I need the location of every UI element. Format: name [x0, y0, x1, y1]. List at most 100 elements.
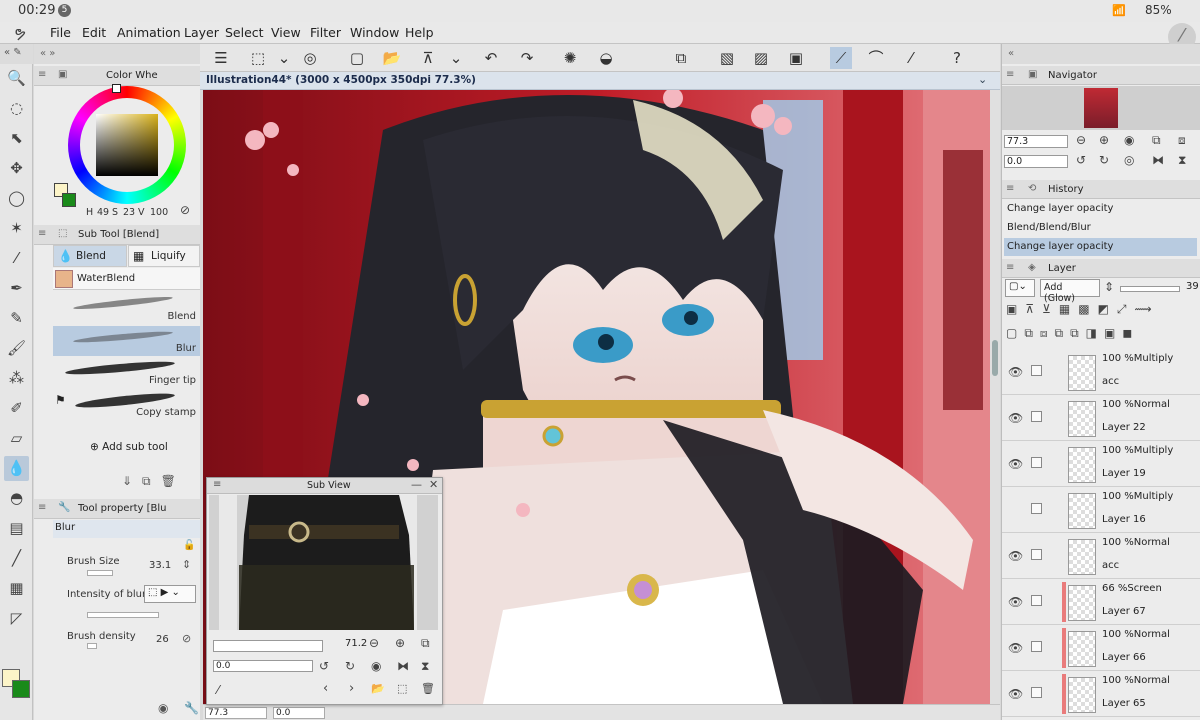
opacity-popup-icon[interactable]: ⇕	[1104, 280, 1114, 294]
previous-icon[interactable]: ‹	[323, 681, 328, 696]
density-slider[interactable]	[87, 643, 97, 649]
layer-checkbox[interactable]	[1031, 503, 1042, 514]
sub-color-chip[interactable]	[62, 193, 76, 207]
pencil-icon[interactable]: ✎	[4, 306, 29, 331]
minimize-icon[interactable]: —	[411, 478, 422, 491]
figure-icon[interactable]: ╱	[4, 546, 29, 571]
chevron-down-icon[interactable]: ⌄	[978, 73, 987, 86]
layer-row[interactable]: 👁 100 %Normal Layer 65	[1002, 671, 1200, 717]
flip-horizontal-icon[interactable]: ⧓	[397, 659, 409, 673]
tab-liquify[interactable]: ▦ Liquify	[128, 245, 200, 267]
sub-view-titlebar[interactable]: ≡ Sub View — ✕	[207, 478, 442, 494]
operation-tool-icon[interactable]: ⬉	[4, 126, 29, 151]
eyedropper-toggle-icon[interactable]: ⁄	[900, 47, 922, 69]
chevron-down-icon[interactable]: ⌄	[445, 47, 467, 69]
brush-finger-tip[interactable]: Finger tip	[53, 358, 200, 388]
brush-blur[interactable]: Blur	[53, 326, 200, 356]
layer-checkbox[interactable]	[1031, 595, 1042, 606]
brush-size-slider[interactable]	[87, 570, 113, 576]
left-panel-collapse[interactable]: « »	[34, 44, 200, 64]
move-tool-icon[interactable]: ◌	[4, 96, 29, 121]
fit-window-icon[interactable]: ⧉	[1152, 133, 1161, 148]
delete-icon[interactable]: 🗑	[421, 682, 435, 695]
decoration-icon[interactable]: ✐	[4, 396, 29, 421]
menu-edit[interactable]: Edit	[82, 25, 106, 40]
eye-icon[interactable]: 👁	[1008, 549, 1023, 563]
hamburger-menu-icon[interactable]: ☰	[210, 47, 232, 69]
layer-row[interactable]: 👁 100 %Normal Layer 66	[1002, 625, 1200, 671]
brush-size-value[interactable]: 33.1	[149, 560, 171, 571]
document-tab[interactable]: Illustration44* (3000 x 4500px 350dpi 77…	[200, 72, 1000, 90]
reset-icon[interactable]: ◉	[371, 659, 381, 673]
save-icon[interactable]: ⊼	[417, 47, 439, 69]
gradient-icon[interactable]: ▤	[4, 516, 29, 541]
pen-icon[interactable]: ✒	[4, 276, 29, 301]
right-panel-collapse[interactable]: «	[1002, 44, 1200, 64]
layer-row[interactable]: 👁 100 %Multiply Layer 19	[1002, 441, 1200, 487]
history-item[interactable]: Change layer opacity	[1004, 200, 1197, 218]
brush-size-popup-icon[interactable]: ⇕	[182, 558, 191, 571]
fill-icon[interactable]: ◓	[4, 486, 29, 511]
menu-window[interactable]: Window	[350, 25, 399, 40]
lasso-icon[interactable]: ◯	[4, 186, 29, 211]
help-icon[interactable]: ?	[946, 47, 968, 69]
layer-checkbox[interactable]	[1031, 549, 1042, 560]
new-file-icon[interactable]: ▢	[346, 47, 368, 69]
layer-row[interactable]: 👁 100 %Multiply acc	[1002, 349, 1200, 395]
ruler-icon[interactable]: ⟋	[830, 47, 852, 69]
fill-window-icon[interactable]: ⧈	[1178, 133, 1186, 148]
clear-selection-icon[interactable]: ▧	[716, 47, 738, 69]
panel-menu-icon[interactable]: ≡	[38, 228, 46, 239]
wrench-settings-icon[interactable]: 🔧	[184, 701, 199, 715]
swirl-icon[interactable]: ◎	[299, 47, 321, 69]
panel-menu-icon[interactable]: ≡	[1006, 183, 1014, 194]
panel-menu-icon[interactable]: ≡	[38, 69, 46, 80]
zoom-in-icon[interactable]: ⊕	[1099, 133, 1109, 147]
rotate-left-icon[interactable]: ↺	[319, 659, 329, 673]
rotate-right-icon[interactable]: ↻	[345, 659, 355, 673]
eye-icon[interactable]: 👁	[1008, 411, 1023, 425]
layer-row[interactable]: 👁 100 %Normal Layer 22	[1002, 395, 1200, 441]
actual-size-icon[interactable]: ◉	[1124, 133, 1134, 147]
brush-icon[interactable]: 🖌	[4, 336, 29, 361]
eye-icon[interactable]: 👁	[1008, 365, 1023, 379]
app-logo-icon[interactable]: ຯ	[14, 24, 26, 42]
layer-toolbar-row1[interactable]: ▣⊼⊻▦▩◩⤢⟿	[1006, 302, 1198, 322]
move-layer-icon[interactable]: ✥	[4, 156, 29, 181]
invert-selection-icon[interactable]: ▨	[750, 47, 772, 69]
open-folder-icon[interactable]: 📂	[381, 47, 403, 69]
panel-menu-icon[interactable]: ≡	[38, 502, 46, 513]
layer-checkbox[interactable]	[1031, 411, 1042, 422]
brush-copy-stamp[interactable]: ⚑ Copy stamp	[53, 390, 200, 420]
flip-vertical-icon[interactable]: ⧗	[1178, 153, 1186, 168]
undo-icon[interactable]: ↶	[480, 47, 502, 69]
eye-icon[interactable]: 👁	[1008, 641, 1023, 655]
sub-color-swatch[interactable]	[12, 680, 30, 698]
rotation-field[interactable]: 0.0	[273, 707, 325, 719]
flip-horizontal-icon[interactable]: ⧓	[1152, 153, 1164, 167]
blend-mode-select[interactable]: Add (Glow)	[1040, 279, 1100, 304]
layer-checkbox[interactable]	[1031, 687, 1042, 698]
opacity-slider[interactable]	[1120, 286, 1180, 292]
opacity-value[interactable]: 39	[1186, 281, 1199, 292]
sub-view-rotation-field[interactable]: 0.0	[213, 660, 313, 672]
open-image-icon[interactable]: 📂	[371, 682, 385, 695]
navigator-rotation-field[interactable]: 0.0	[1004, 155, 1068, 168]
layer-checkbox[interactable]	[1031, 641, 1042, 652]
layer-row[interactable]: 100 %Multiply Layer 16	[1002, 487, 1200, 533]
transform-icon[interactable]: ⧉	[670, 47, 692, 69]
import-icon[interactable]: ⬚	[397, 682, 407, 695]
hue-marker[interactable]	[112, 84, 121, 93]
menu-filter[interactable]: Filter	[310, 25, 341, 40]
menu-view[interactable]: View	[271, 25, 301, 40]
settings-icon[interactable]: ◉	[158, 701, 168, 715]
redo-icon[interactable]: ↷	[516, 47, 538, 69]
flip-vertical-icon[interactable]: ⧗	[421, 659, 429, 674]
next-icon[interactable]: ›	[349, 681, 354, 696]
layer-color-select[interactable]: ▢⌄	[1005, 279, 1035, 297]
eye-icon[interactable]: 👁	[1008, 457, 1023, 471]
rotate-right-icon[interactable]: ↻	[1099, 153, 1109, 167]
density-popup-icon[interactable]: ⊘	[182, 632, 191, 645]
text-icon[interactable]: ◸	[4, 606, 29, 631]
reference-image[interactable]	[209, 495, 438, 630]
